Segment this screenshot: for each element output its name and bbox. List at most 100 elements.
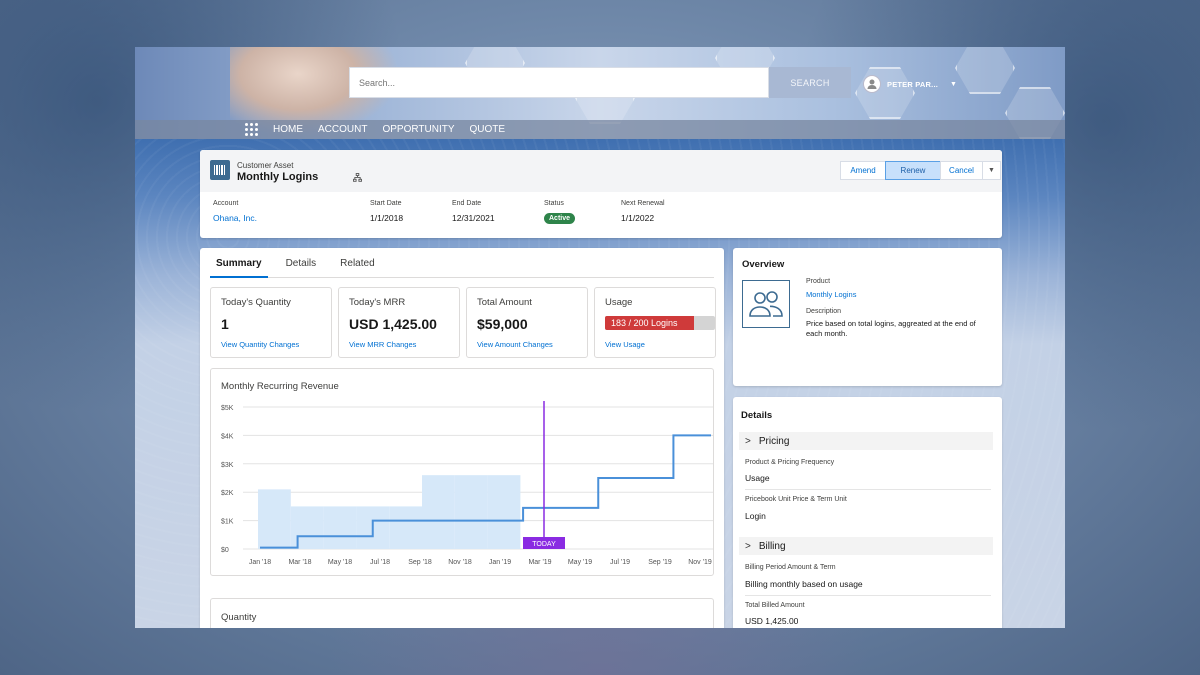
barcode-icon (210, 160, 230, 180)
chevron-right-icon: > (745, 435, 751, 447)
kpi-title: Usage (605, 297, 633, 308)
more-actions-chevron-icon[interactable]: ▼ (982, 161, 1001, 180)
mrr-chart: $0 $1K $2K $3K $4K $5K Jan '18 Mar '18 May '18 Ju… (221, 401, 713, 566)
shaded-area (389, 506, 422, 549)
field-label: Status (544, 200, 564, 207)
kpi-title: Total Amount (477, 297, 532, 308)
y-tick-label: $4K (221, 433, 234, 440)
users-icon (742, 280, 790, 328)
freq-value: Usage (745, 473, 991, 490)
kpi-value: $59,000 (477, 316, 528, 332)
status-badge: Active (544, 213, 576, 224)
shaded-area (290, 506, 324, 549)
record-actions: Amend Renew Cancel ▼ (840, 161, 1001, 180)
kpi-value: USD 1,425.00 (349, 316, 437, 332)
x-tick-label: Jan '18 (249, 559, 271, 566)
today-marker-label: TODAY (532, 541, 556, 548)
billed-value: USD 1,425.00 (745, 616, 799, 626)
usage-progress-bar: 183 / 200 Logins (605, 316, 715, 330)
view-quantity-changes-link[interactable]: View Quantity Changes (221, 340, 299, 349)
record-header: Customer Asset Monthly Logins Amend Rene… (200, 150, 1002, 238)
x-tick-label: May '18 (328, 559, 352, 566)
shaded-area (258, 489, 291, 549)
field-status: Status Active (544, 200, 576, 225)
shaded-area (323, 506, 357, 549)
amend-button[interactable]: Amend (840, 161, 886, 180)
x-tick-label: Jan '19 (489, 559, 511, 566)
kpi-total-amount: Total Amount $59,000 View Amount Changes (466, 287, 588, 358)
unit-label: Pricebook Unit Price & Term Unit (745, 496, 847, 503)
y-tick-label: $5K (221, 405, 234, 412)
mrr-chart-card: Monthly Recurring Revenue $0 $1K $2K $3K $4K… (210, 368, 714, 576)
y-tick-label: $3K (221, 462, 234, 469)
chevron-right-icon: > (745, 540, 751, 552)
user-name: PETER PAR... (887, 79, 939, 89)
product-link[interactable]: Monthly Logins (806, 290, 976, 300)
freq-label: Product & Pricing Frequency (745, 459, 835, 466)
x-tick-label: Sep '19 (648, 559, 672, 566)
tab-details[interactable]: Details (280, 256, 323, 278)
kpi-usage: Usage 183 / 200 Logins View Usage (594, 287, 716, 358)
field-value: 12/31/2021 (452, 213, 495, 223)
x-tick-label: Nov '19 (688, 559, 712, 566)
quantity-title: Quantity (221, 612, 257, 623)
y-tick-label: $0 (221, 547, 229, 554)
nav-item-home[interactable]: HOME (273, 124, 303, 135)
tab-summary[interactable]: Summary (210, 256, 268, 278)
x-tick-label: Sep '18 (408, 559, 432, 566)
summary-card: Summary Details Related Today's Quantity… (200, 248, 724, 628)
tab-bar: Summary Details Related (210, 256, 714, 278)
view-amount-changes-link[interactable]: View Amount Changes (477, 340, 553, 349)
billing-section-toggle[interactable]: > Billing (739, 537, 993, 555)
details-card: Details > Pricing Product & Pricing Freq… (733, 397, 1002, 628)
header-banner: SEARCH PETER PAR... ▼ HOME ACCOUNT OPPOR… (135, 47, 1065, 150)
kpi-mrr: Today's MRR USD 1,425.00 View MRR Change… (338, 287, 460, 358)
kpi-title: Today's Quantity (221, 297, 291, 308)
quantity-card: Quantity (210, 598, 714, 628)
pricing-heading: Pricing (758, 435, 790, 447)
tab-related[interactable]: Related (334, 256, 380, 278)
billing-heading: Billing (758, 540, 786, 552)
record-type: Customer Asset (237, 161, 294, 170)
shaded-area (454, 475, 488, 549)
overview-card: Overview Product Monthly Logins Descript… (733, 248, 1002, 386)
overview-title: Overview (742, 259, 785, 270)
description-value: Price based on total logins, aggreated a… (806, 319, 976, 338)
x-tick-label: Jul '18 (370, 559, 390, 566)
nav-item-account[interactable]: ACCOUNT (318, 124, 367, 135)
cancel-button[interactable]: Cancel (940, 161, 983, 180)
search-input[interactable] (349, 67, 769, 98)
search-button[interactable]: SEARCH (769, 67, 851, 98)
field-value: 1/1/2018 (370, 213, 404, 223)
field-label: Account (213, 200, 239, 207)
chevron-down-icon: ▼ (950, 80, 957, 88)
x-tick-label: Mar '18 (288, 559, 311, 566)
pricing-section-toggle[interactable]: > Pricing (739, 432, 993, 450)
view-mrr-changes-link[interactable]: View MRR Changes (349, 340, 416, 349)
shaded-area (487, 475, 521, 549)
x-tick-label: Nov '18 (448, 559, 472, 566)
user-avatar-icon (863, 75, 881, 93)
user-menu[interactable]: PETER PAR... ▼ (863, 75, 957, 93)
kpi-value: 1 (221, 316, 229, 332)
renew-button[interactable]: Renew (885, 161, 941, 180)
usage-text: 183 / 200 Logins (611, 318, 678, 328)
description-label: Description (806, 308, 842, 315)
app-launcher-icon[interactable] (245, 123, 258, 136)
field-label: Next Renewal (621, 200, 665, 207)
details-title: Details (741, 410, 773, 421)
nav-item-opportunity[interactable]: OPPORTUNITY (382, 124, 454, 135)
unit-value: Login (745, 511, 766, 521)
hierarchy-icon[interactable] (353, 173, 362, 182)
y-tick-label: $2K (221, 490, 234, 497)
field-end-date: End Date 12/31/2021 (452, 200, 495, 223)
field-label: End Date (452, 200, 482, 207)
x-tick-label: May '19 (568, 559, 592, 566)
nav-item-quote[interactable]: QUOTE (470, 124, 506, 135)
x-tick-label: Jul '19 (610, 559, 630, 566)
kpi-title: Today's MRR (349, 297, 406, 308)
app-window: SEARCH PETER PAR... ▼ HOME ACCOUNT OPPOR… (135, 47, 1065, 628)
view-usage-link[interactable]: View Usage (605, 340, 645, 349)
account-link[interactable]: Ohana, Inc. (213, 213, 257, 223)
billing-period-label: Billing Period Amount & Term (745, 564, 836, 571)
